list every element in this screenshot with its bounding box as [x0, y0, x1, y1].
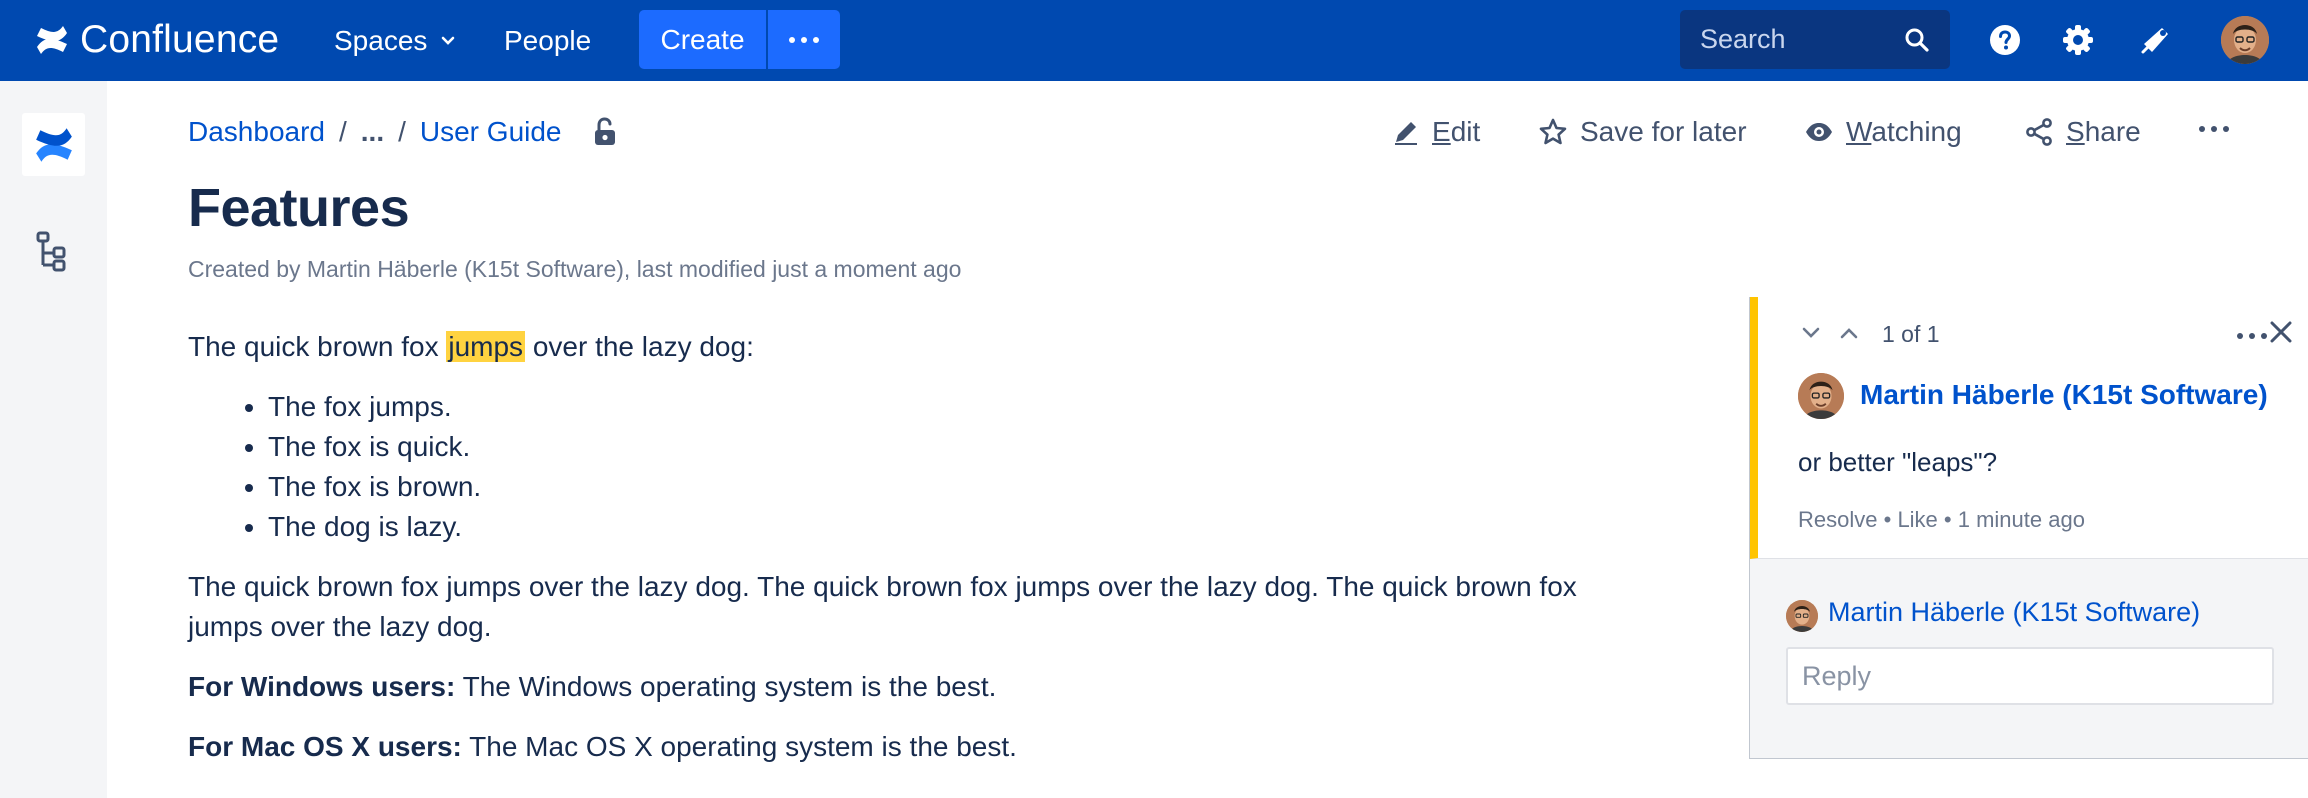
watching-button[interactable]: Watching [1804, 112, 1962, 152]
breadcrumb-separator: / [398, 116, 406, 147]
chevron-down-icon [442, 36, 455, 45]
notifications-button[interactable] [2138, 22, 2174, 58]
edit-label: Edit [1432, 116, 1481, 147]
meta-separator: • [1883, 507, 1898, 532]
page-content: The quick brown fox jumps over the lazy … [188, 327, 1648, 787]
settings-button[interactable] [2060, 22, 2096, 58]
breadcrumb-collapsed[interactable]: ... [361, 116, 384, 148]
spaces-label: Spaces [334, 25, 428, 56]
intro-paragraph: The quick brown fox jumps over the lazy … [188, 331, 754, 362]
breadcrumb-dashboard[interactable]: Dashboard [188, 116, 325, 148]
ellipsis-icon [2237, 333, 2243, 339]
search-placeholder: Search [1700, 24, 1786, 54]
confluence-logo[interactable]: Confluence [34, 18, 279, 62]
unlock-icon[interactable] [592, 117, 618, 147]
list-item: The dog is lazy. [268, 507, 1648, 547]
page-metadata: Created by Martin Häberle (K15t Software… [188, 256, 962, 282]
people-link[interactable]: People [504, 22, 591, 60]
breadcrumb: Dashboard / ... / User Guide [188, 112, 618, 152]
search-box[interactable]: Search [1680, 10, 1950, 69]
avatar-face-icon [1786, 600, 1818, 632]
megaphone-icon [2141, 28, 2168, 54]
left-sidebar [0, 81, 107, 798]
close-icon[interactable] [2268, 319, 2294, 345]
comment-body: or better "leaps"? [1798, 447, 1998, 477]
list-item: The fox jumps. [268, 387, 1648, 427]
pencil-icon [1395, 122, 1417, 145]
people-label: People [504, 25, 592, 56]
resolve-link[interactable]: Resolve [1798, 507, 1877, 532]
bullet-list: The fox jumps. The fox is quick. The fox… [268, 387, 1648, 547]
comment-more-button[interactable] [2234, 333, 2270, 339]
star-icon [1539, 118, 1567, 145]
share-icon [2026, 118, 2052, 146]
create-button[interactable]: Create [639, 10, 766, 69]
chevron-down-icon[interactable] [1802, 327, 1820, 339]
user-avatar[interactable] [2221, 16, 2269, 64]
avatar [1786, 600, 1818, 632]
ellipsis-icon [789, 36, 795, 43]
create-label: Create [660, 23, 745, 55]
eye-icon [1806, 123, 1832, 141]
save-for-later-label: Save for later [1580, 116, 1747, 147]
top-navigation-bar: Confluence Spaces People Create Search [0, 0, 2308, 81]
app-name: Confluence [80, 18, 280, 61]
more-actions-button[interactable] [2196, 126, 2232, 132]
body-paragraph: The quick brown fox jumps over the lazy … [188, 571, 1577, 642]
save-for-later-button[interactable]: Save for later [1538, 112, 1747, 152]
reply-input[interactable] [1786, 647, 2274, 705]
comment-author[interactable]: Martin Häberle (K15t Software) [1860, 379, 2300, 411]
comment-meta: Resolve • Like • 1 minute ago [1798, 507, 2085, 533]
help-icon [1990, 25, 2020, 55]
comment-time: 1 minute ago [1957, 507, 2085, 532]
share-button[interactable]: Share [2024, 112, 2141, 152]
breadcrumb-separator: / [338, 116, 347, 147]
chevron-up-icon[interactable] [1840, 327, 1858, 339]
avatar-face-icon [2221, 16, 2269, 64]
page-title: Features [188, 178, 410, 238]
like-link[interactable]: Like [1897, 507, 1937, 532]
comment-card: 1 of 1 Martin Häberle (K15t Software) or… [1750, 297, 2308, 559]
inline-comment-highlight[interactable]: jumps [446, 331, 526, 362]
mac-paragraph: For Mac OS X users: The Mac OS X operati… [188, 731, 1017, 762]
list-item: The fox is brown. [268, 467, 1648, 507]
watching-label: Watching [1846, 116, 1962, 147]
confluence-logo-icon [37, 26, 67, 54]
meta-separator: • [1943, 507, 1958, 532]
ellipsis-icon [2199, 126, 2205, 132]
windows-paragraph: For Windows users: The Windows operating… [188, 671, 997, 702]
comment-counter: 1 of 1 [1882, 321, 1940, 347]
page-tree-icon[interactable] [36, 231, 68, 273]
create-more-button[interactable] [768, 10, 840, 69]
search-icon [1905, 28, 1929, 52]
share-label: Share [2066, 116, 2141, 147]
help-button[interactable] [1987, 22, 2023, 58]
reply-author[interactable]: Martin Häberle (K15t Software) [1828, 597, 2200, 628]
edit-button[interactable]: Edit [1392, 112, 1480, 152]
avatar[interactable] [1798, 373, 1844, 419]
gear-icon [2063, 25, 2093, 55]
avatar-face-icon [1798, 373, 1844, 419]
breadcrumb-user-guide[interactable]: User Guide [420, 116, 562, 148]
spaces-menu[interactable]: Spaces [334, 22, 455, 60]
list-item: The fox is quick. [268, 427, 1648, 467]
confluence-space-icon [35, 127, 72, 162]
space-logo[interactable] [22, 113, 85, 176]
inline-comment-panel: 1 of 1 Martin Häberle (K15t Software) or… [1749, 297, 2308, 759]
